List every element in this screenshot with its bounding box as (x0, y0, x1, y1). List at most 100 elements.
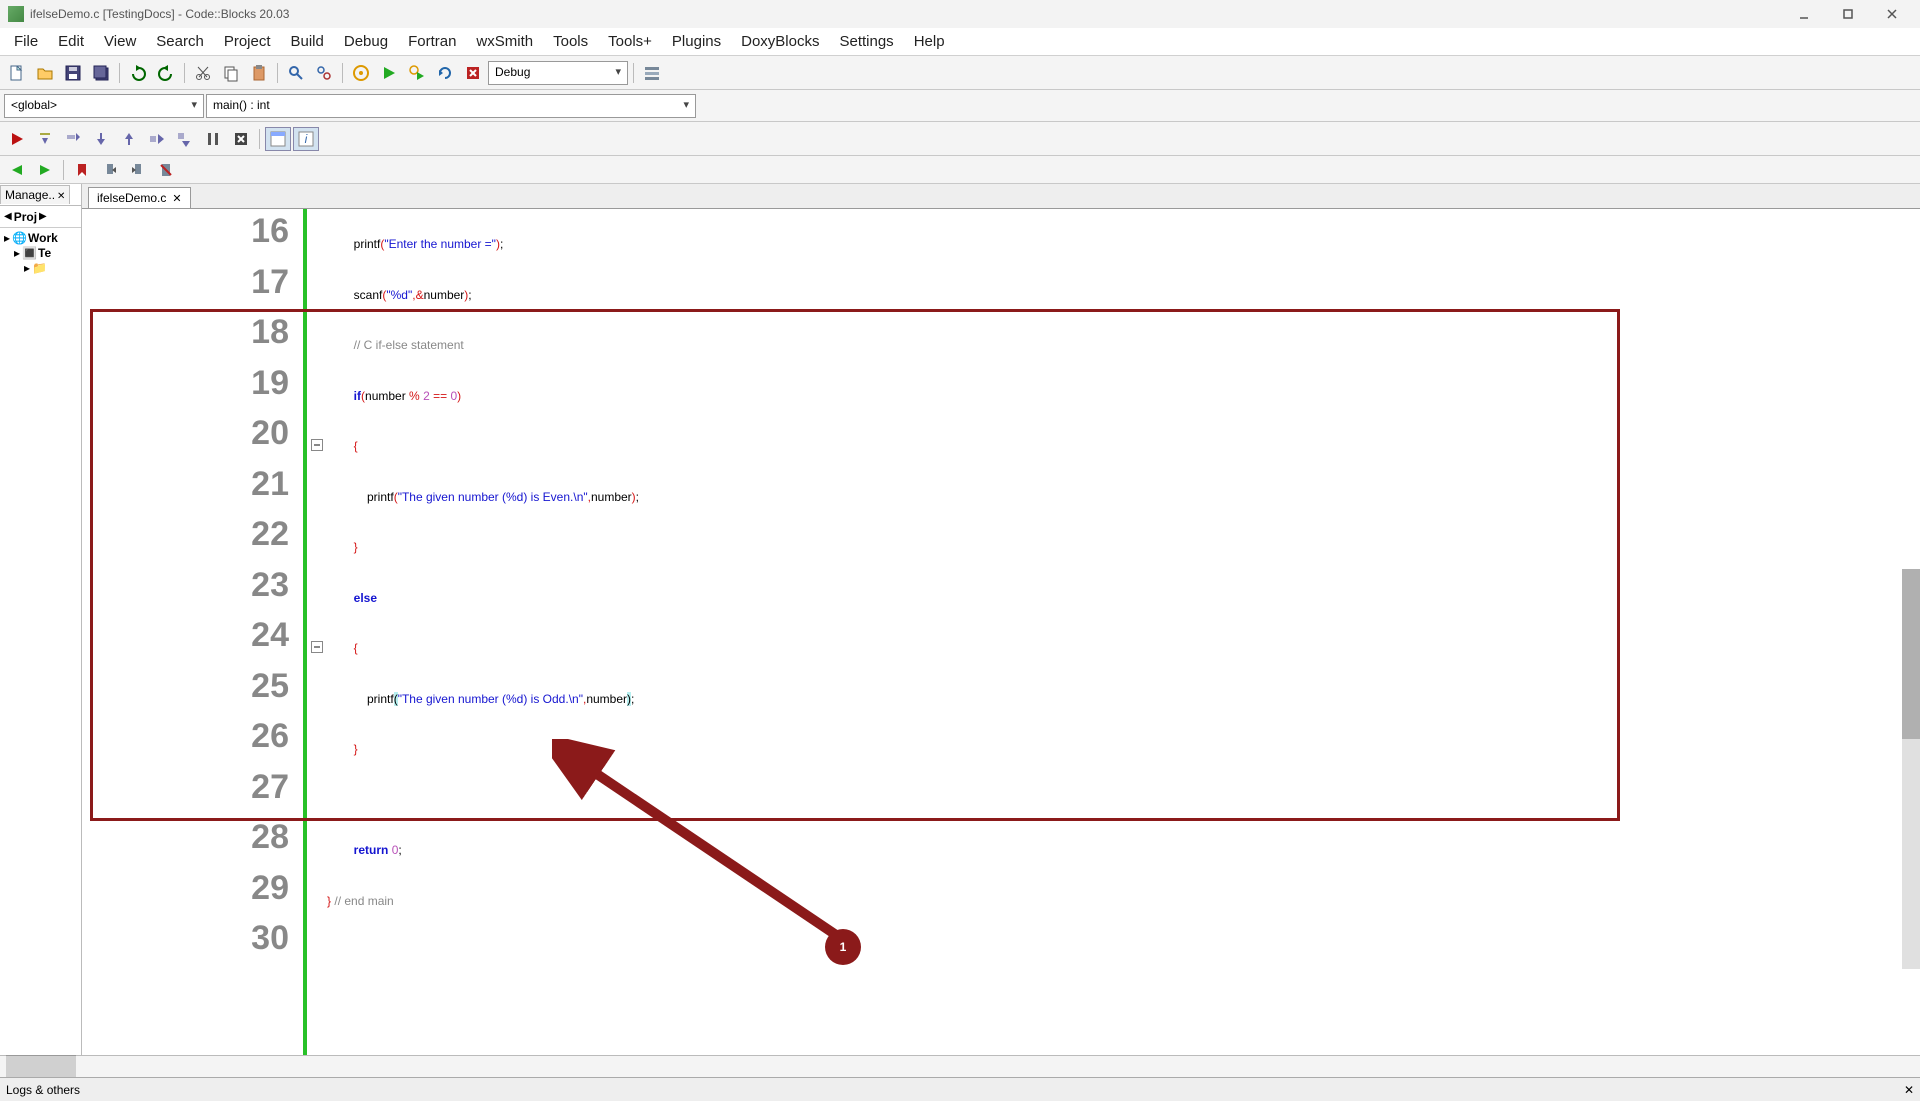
code-line[interactable]: printf("The given number (%d) is Even.\n… (327, 465, 1920, 516)
tree-item[interactable]: ▸🔳Te (4, 246, 77, 260)
toolbar-main: Debug (0, 56, 1920, 90)
next-instr-icon[interactable] (144, 127, 170, 151)
menu-view[interactable]: View (94, 29, 146, 54)
tree-item[interactable]: ▸🌐Work (4, 231, 77, 245)
project-tree[interactable]: ▸🌐Work▸🔳Te▸📁 (0, 228, 81, 278)
menu-tools[interactable]: Tools (543, 29, 598, 54)
code-body[interactable]: printf("Enter the number ="); scanf("%d"… (307, 209, 1920, 1055)
menu-doxyblocks[interactable]: DoxyBlocks (731, 29, 829, 54)
app-icon (8, 6, 24, 22)
debug-continue-icon[interactable] (4, 127, 30, 151)
menu-plugins[interactable]: Plugins (662, 29, 731, 54)
tree-item[interactable]: ▸📁 (4, 261, 77, 275)
run-to-cursor-icon[interactable] (32, 127, 58, 151)
show-options-icon[interactable] (639, 61, 665, 85)
line-number: 16 (82, 212, 303, 263)
close-icon[interactable]: ✕ (57, 191, 65, 202)
logs-panel-header[interactable]: Logs & others ✕ (0, 1077, 1920, 1101)
menu-debug[interactable]: Debug (334, 29, 398, 54)
next-line-icon[interactable] (60, 127, 86, 151)
menu-edit[interactable]: Edit (48, 29, 94, 54)
step-out-icon[interactable] (116, 127, 142, 151)
stop-debug-icon[interactable] (228, 127, 254, 151)
open-file-icon[interactable] (32, 61, 58, 85)
find-icon[interactable] (283, 61, 309, 85)
menu-build[interactable]: Build (281, 29, 334, 54)
line-number: 30 (82, 919, 303, 970)
code-line[interactable]: } // end main (327, 869, 1920, 920)
menu-file[interactable]: File (4, 29, 48, 54)
copy-icon[interactable] (218, 61, 244, 85)
menu-tools+[interactable]: Tools+ (598, 29, 662, 54)
line-number: 21 (82, 465, 303, 516)
minimize-button[interactable] (1784, 3, 1824, 25)
file-tab[interactable]: ifelseDemo.c ✕ (88, 187, 191, 208)
new-file-icon[interactable] (4, 61, 30, 85)
code-line[interactable]: // C if-else statement (327, 313, 1920, 364)
menu-project[interactable]: Project (214, 29, 281, 54)
redo-icon[interactable] (153, 61, 179, 85)
close-icon[interactable]: ✕ (172, 192, 181, 205)
chevron-left-icon[interactable]: ◀ (4, 211, 12, 222)
code-line[interactable] (327, 919, 1920, 970)
code-line[interactable]: return 0; (327, 818, 1920, 869)
line-number: 26 (82, 717, 303, 768)
menu-settings[interactable]: Settings (829, 29, 903, 54)
toggle-bookmark-icon[interactable] (69, 158, 95, 182)
step-into-instr-icon[interactable] (172, 127, 198, 151)
maximize-button[interactable] (1828, 3, 1868, 25)
rebuild-icon[interactable] (432, 61, 458, 85)
code-line[interactable]: } (327, 515, 1920, 566)
manage-tab[interactable]: Manage..✕ (0, 185, 70, 204)
close-icon[interactable]: ✕ (1904, 1083, 1914, 1097)
build-target-select[interactable]: Debug (488, 61, 628, 85)
menu-fortran[interactable]: Fortran (398, 29, 466, 54)
save-icon[interactable] (60, 61, 86, 85)
close-button[interactable] (1872, 3, 1912, 25)
scope-select[interactable]: <global> (4, 94, 204, 118)
code-line[interactable]: } (327, 717, 1920, 768)
code-line[interactable]: { (327, 414, 1920, 465)
line-number: 19 (82, 364, 303, 415)
save-all-icon[interactable] (88, 61, 114, 85)
prev-bookmark-icon[interactable] (97, 158, 123, 182)
vertical-scrollbar[interactable] (1902, 209, 1920, 1055)
code-editor[interactable]: 161718192021222324252627282930 printf("E… (82, 209, 1920, 1055)
replace-icon[interactable] (311, 61, 337, 85)
forward-icon[interactable] (32, 158, 58, 182)
cut-icon[interactable] (190, 61, 216, 85)
line-number: 24 (82, 616, 303, 667)
run-icon[interactable] (376, 61, 402, 85)
debug-windows-icon[interactable] (265, 127, 291, 151)
code-line[interactable]: scanf("%d",&number); (327, 263, 1920, 314)
abort-icon[interactable] (460, 61, 486, 85)
line-number: 20 (82, 414, 303, 465)
paste-icon[interactable] (246, 61, 272, 85)
clear-bookmarks-icon[interactable] (153, 158, 179, 182)
next-bookmark-icon[interactable] (125, 158, 151, 182)
menu-help[interactable]: Help (904, 29, 955, 54)
info-icon[interactable]: i (293, 127, 319, 151)
step-into-icon[interactable] (88, 127, 114, 151)
code-line[interactable] (327, 768, 1920, 819)
editor-tabs: ifelseDemo.c ✕ (82, 184, 1920, 209)
code-line[interactable]: if(number % 2 == 0) (327, 364, 1920, 415)
back-icon[interactable] (4, 158, 30, 182)
code-line[interactable]: printf("Enter the number ="); (327, 212, 1920, 263)
build-icon[interactable] (348, 61, 374, 85)
menu-search[interactable]: Search (146, 29, 214, 54)
function-select[interactable]: main() : int (206, 94, 696, 118)
break-icon[interactable] (200, 127, 226, 151)
status-tab[interactable] (6, 1055, 76, 1077)
projects-tab-label[interactable]: Proj (14, 210, 37, 224)
chevron-right-icon[interactable]: ▶ (39, 211, 47, 222)
menu-wxsmith[interactable]: wxSmith (466, 29, 543, 54)
build-and-run-icon[interactable] (404, 61, 430, 85)
undo-icon[interactable] (125, 61, 151, 85)
code-line[interactable]: { (327, 616, 1920, 667)
svg-text:i: i (305, 132, 308, 146)
management-panel: Manage..✕ ◀ Proj ▶ ▸🌐Work▸🔳Te▸📁 (0, 184, 82, 1055)
code-line[interactable]: else (327, 566, 1920, 617)
line-number: 22 (82, 515, 303, 566)
code-line[interactable]: printf("The given number (%d) is Odd.\n"… (327, 667, 1920, 718)
